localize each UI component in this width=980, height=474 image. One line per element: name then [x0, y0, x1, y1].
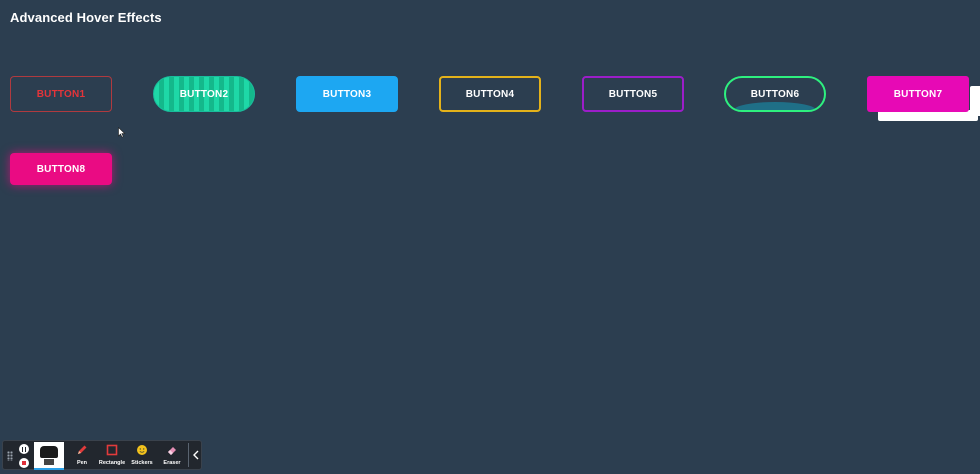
sticker-icon — [135, 443, 149, 457]
button-8[interactable]: BUTTON8 — [10, 153, 112, 185]
button-1-label: BUTTON1 — [36, 88, 86, 100]
chevron-left-icon[interactable] — [191, 448, 201, 462]
button-7-label: BUTTON7 — [893, 88, 943, 100]
button-4[interactable]: BUTTON4 — [439, 76, 541, 112]
eraser-tool-button[interactable]: Eraser — [157, 443, 187, 469]
button-6-label: BUTTON6 — [750, 88, 800, 100]
rectangle-tool-label: Rectangle — [98, 460, 126, 466]
button-6[interactable]: BUTTON6 — [724, 76, 826, 112]
stickers-tool-label: Stickers — [131, 460, 153, 466]
eraser-icon — [165, 443, 179, 457]
page-title: Advanced Hover Effects — [10, 10, 162, 25]
button-4-label: BUTTON4 — [465, 88, 515, 100]
drag-handle-icon[interactable] — [7, 451, 13, 461]
pen-tool-label: Pen — [76, 460, 88, 466]
button-6-wave-fill — [734, 102, 816, 110]
mouse-cursor-icon — [118, 127, 126, 138]
pen-icon — [75, 443, 89, 457]
button-7-hover-shadow-edge — [970, 86, 980, 116]
button-5[interactable]: BUTTON5 — [582, 76, 684, 112]
pause-icon[interactable] — [19, 444, 29, 454]
stickers-tool-button[interactable]: Stickers — [127, 443, 157, 469]
eraser-tool-label: Eraser — [163, 460, 181, 466]
recorder-toolbar: Pen Rectangle Stickers Eraser — [2, 440, 202, 470]
rectangle-tool-button[interactable]: Rectangle — [97, 443, 127, 469]
button-8-label: BUTTON8 — [36, 163, 86, 175]
button-3-label: BUTTON3 — [322, 88, 372, 100]
pen-tool-button[interactable]: Pen — [67, 443, 97, 469]
button-2[interactable]: BUTTON2 — [153, 76, 255, 112]
button-2-label: BUTTON2 — [179, 88, 229, 100]
rectangle-icon — [105, 443, 119, 457]
toolbar-divider — [188, 443, 189, 467]
webcam-thumbnail[interactable] — [34, 442, 64, 470]
button-5-label: BUTTON5 — [608, 88, 658, 100]
stop-icon[interactable] — [19, 458, 29, 468]
button-3[interactable]: BUTTON3 — [296, 76, 398, 112]
button-1[interactable]: BUTTON1 — [10, 76, 112, 112]
button-7[interactable]: BUTTON7 — [867, 76, 969, 112]
